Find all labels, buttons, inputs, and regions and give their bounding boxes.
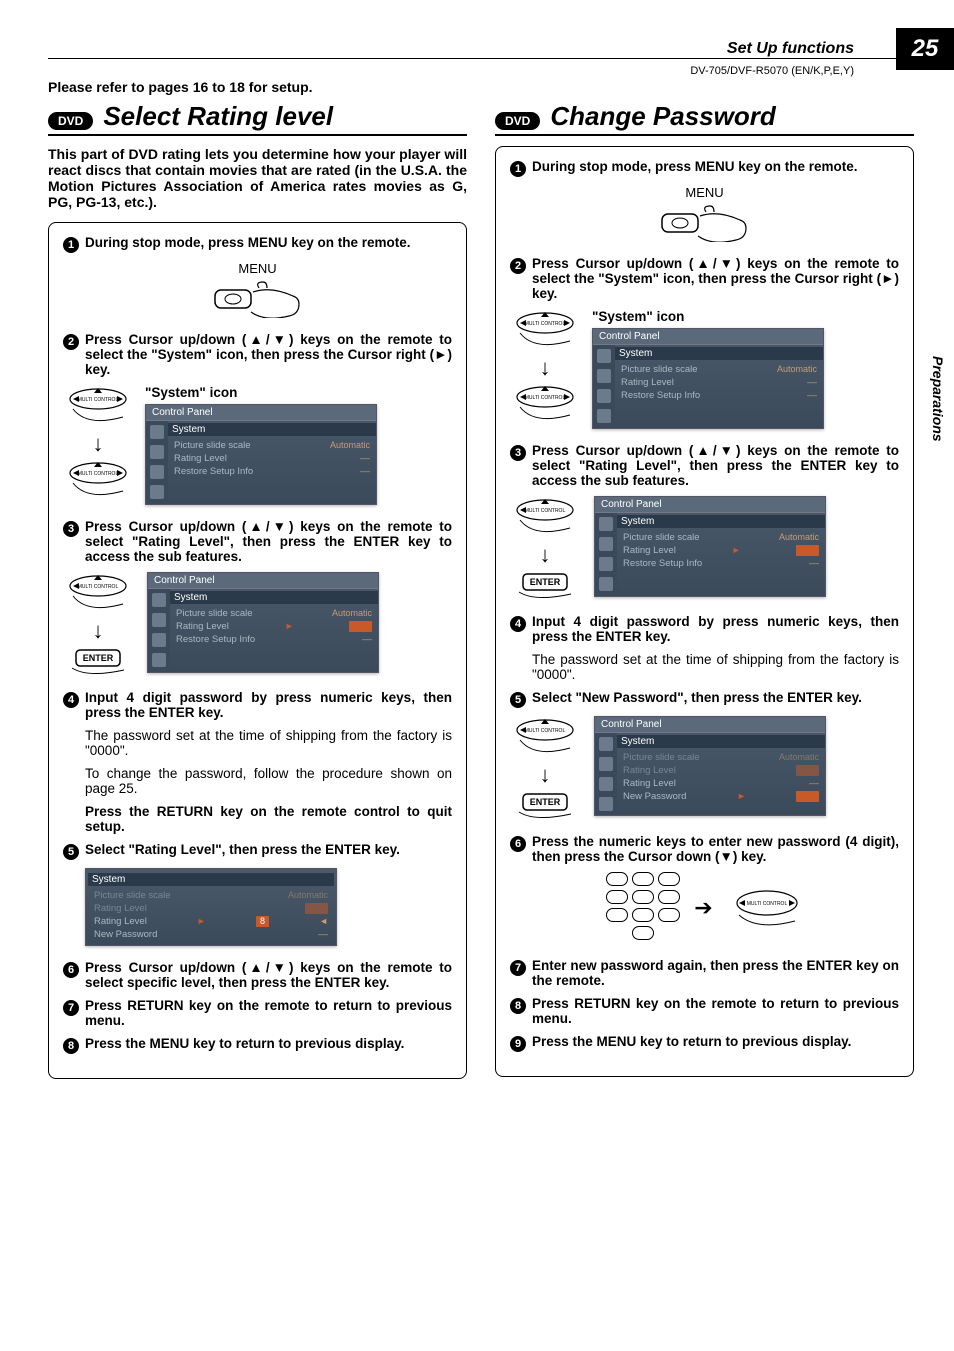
left-s4b: To change the password, follow the proce… [85,766,452,796]
step-num-1: 1 [63,237,79,253]
side-section-label: Preparations [930,356,946,442]
left-desc: This part of DVD rating lets you determi… [48,146,467,210]
step-num-7: 7 [63,1000,79,1016]
page: 25 Preparations Set Up functions DV-705/… [0,0,954,1351]
intro-text: Please refer to pages 16 to 18 for setup… [48,79,914,95]
svg-text:MULTI CONTROL: MULTI CONTROL [525,395,566,401]
right-s4a: The password set at the time of shipping… [532,652,899,682]
section-title-right: DVD Change Password [495,101,914,136]
dvd-badge: DVD [495,112,540,130]
right-s3: Press Cursor up/down (▲/▼) keys on the r… [532,443,899,488]
step-num-9: 9 [510,1036,526,1052]
svg-text:MULTI CONTROL: MULTI CONTROL [525,728,566,734]
step-num-8: 8 [510,998,526,1014]
left-s8: Press the MENU key to return to previous… [85,1036,452,1051]
step-num-2: 2 [510,258,526,274]
step-num-7: 7 [510,960,526,976]
left-steps: 1 During stop mode, press MENU key on th… [48,222,467,1079]
left-column: DVD Select Rating level This part of DVD… [48,101,467,1079]
right-s1: During stop mode, press MENU key on the … [532,159,899,174]
remote-nav-enter-graphic: MULTI CONTROL ↓ ENTER [63,572,133,676]
left-title: Select Rating level [103,101,333,132]
left-s4a: The password set at the time of shipping… [85,728,452,758]
right-title: Change Password [550,101,775,132]
right-s2: Press Cursor up/down (▲/▼) keys on the r… [532,256,899,301]
remote-nav-graphic: MULTI CONTROL ↓ MULTI CONTROL [63,385,133,503]
dvd-badge: DVD [48,112,93,130]
model-code: DV-705/DVF-R5070 (EN/K,P,E,Y) [48,65,914,77]
menu-remote-graphic: MENU [510,185,899,242]
remote-hand-icon [213,278,303,318]
right-s4: Input 4 digit password by press numeric … [532,614,899,644]
svg-text:MULTI CONTROL: MULTI CONTROL [525,321,566,327]
multicontrol-icon: MULTI CONTROL [65,385,131,429]
control-panel-s5: System Picture slide scaleAutomatic Rati… [85,868,337,946]
svg-text:ENTER: ENTER [530,577,561,587]
right-steps: 1 During stop mode, press MENU key on th… [495,146,914,1077]
left-s4: Input 4 digit password by press numeric … [85,690,452,720]
remote-nav-graphic: MULTI CONTROL ↓ MULTI CONTROL [510,309,580,427]
step-num-3: 3 [510,445,526,461]
remote-hand-icon [660,202,750,242]
svg-text:ENTER: ENTER [83,653,114,663]
menu-label: MENU [63,261,452,276]
multicontrol-icon: MULTI CONTROL [65,572,131,616]
step-num-5: 5 [510,692,526,708]
step-num-3: 3 [63,521,79,537]
svg-text:MULTI CONTROL: MULTI CONTROL [78,397,119,403]
left-s3: Press Cursor up/down (▲/▼) keys on the r… [85,519,452,564]
step-num-6: 6 [510,836,526,852]
step-num-4: 4 [63,692,79,708]
page-number-tab: 25 [896,28,954,70]
svg-text:MULTI CONTROL: MULTI CONTROL [78,471,119,477]
right-column: DVD Change Password 1 During stop mode, … [495,101,914,1079]
svg-text:ENTER: ENTER [530,797,561,807]
keypad-graphic: ➔ MULTI CONTROL [510,872,899,944]
section-title-left: DVD Select Rating level [48,101,467,136]
left-s5: Select "Rating Level", then press the EN… [85,842,452,857]
right-s6: Press the numeric keys to enter new pass… [532,834,899,864]
step-num-8: 8 [63,1038,79,1054]
multicontrol-icon: MULTI CONTROL [65,459,131,503]
step-num-6: 6 [63,962,79,978]
svg-text:MULTI CONTROL: MULTI CONTROL [747,901,788,907]
svg-text:MULTI CONTROL: MULTI CONTROL [525,508,566,514]
remote-nav-enter-graphic: MULTI CONTROL ↓ ENTER [510,496,580,600]
left-s2: Press Cursor up/down (▲/▼) keys on the r… [85,332,452,377]
control-panel: Control Panel System Picture slide scale… [145,404,377,505]
right-s5: Select "New Password", then press the EN… [532,690,899,705]
control-panel-newpw: Control Panel System Picture slide scale… [594,716,826,816]
right-s8: Press RETURN key on the remote to return… [532,996,899,1026]
control-panel: Control Panel System Picture slide scale… [592,328,824,429]
left-s4c: Press the RETURN key on the remote contr… [85,804,452,834]
control-panel-highlight: Control Panel System Picture slide scale… [594,496,826,597]
header-section-title: Set Up functions [48,40,914,59]
multicontrol-icon: MULTI CONTROL [727,883,803,933]
step-num-1: 1 [510,161,526,177]
right-s9: Press the MENU key to return to previous… [532,1034,899,1049]
left-s6: Press Cursor up/down (▲/▼) keys on the r… [85,960,452,990]
step-num-5: 5 [63,844,79,860]
system-icon-label: "System" icon [145,385,452,400]
left-s7: Press RETURN key on the remote to return… [85,998,452,1028]
control-panel-highlight: Control Panel System Picture slide scale… [147,572,379,673]
svg-text:MULTI CONTROL: MULTI CONTROL [78,584,119,590]
remote-nav-enter-graphic: MULTI CONTROL ↓ ENTER [510,716,580,820]
step-num-2: 2 [63,334,79,350]
step-num-4: 4 [510,616,526,632]
menu-remote-graphic: MENU [63,261,452,318]
left-s1: During stop mode, press MENU key on the … [85,235,452,250]
right-s7: Enter new password again, then press the… [532,958,899,988]
